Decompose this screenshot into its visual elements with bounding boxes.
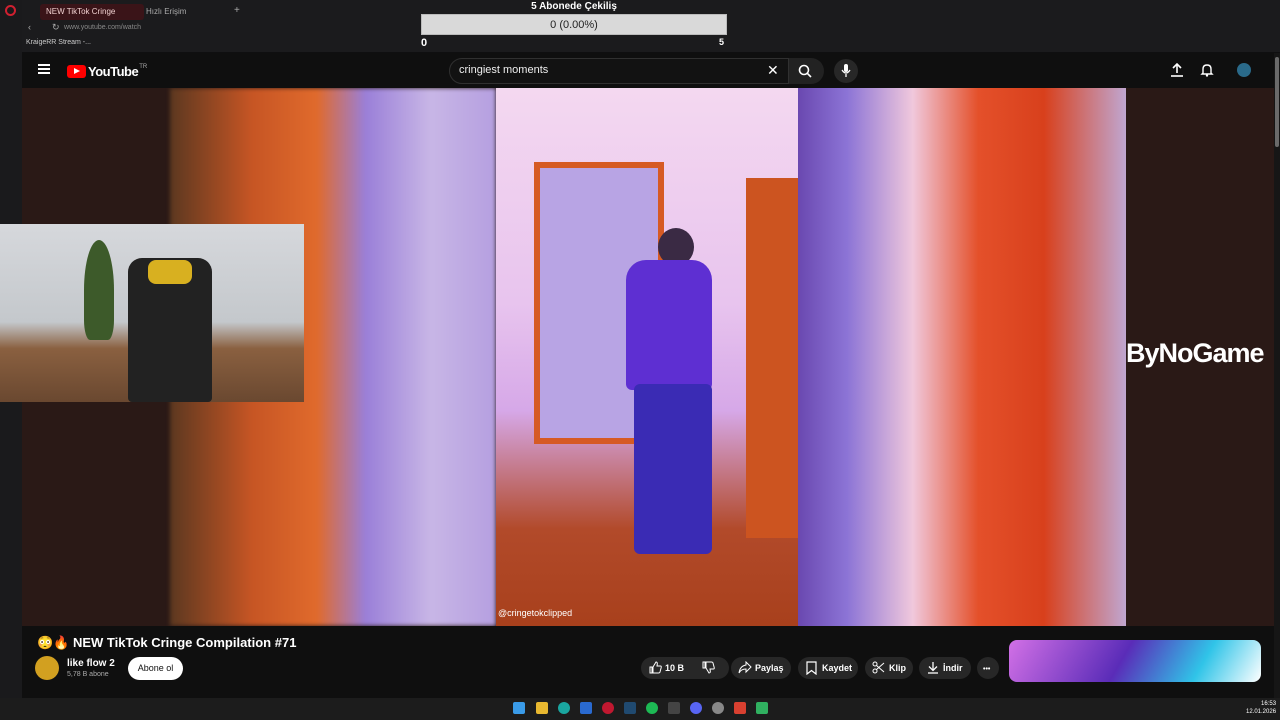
share-button[interactable]: Paylaş xyxy=(731,657,791,679)
search-icon xyxy=(798,64,812,78)
bookmark-label: KraigeRR Stream -... xyxy=(26,39,91,46)
video-blur-right xyxy=(798,88,1126,626)
video-title: 😳🔥 NEW TikTok Cringe Compilation #71 xyxy=(37,635,297,650)
more-actions-button[interactable]: ••• xyxy=(977,657,999,679)
new-tab-icon[interactable]: + xyxy=(234,5,240,16)
avatar[interactable] xyxy=(1237,63,1251,77)
sponsor-logo: ByNoGame xyxy=(1126,338,1265,369)
taskbar xyxy=(0,698,1280,720)
calendar-icon[interactable] xyxy=(734,702,746,714)
youtube-wordmark: YouTube xyxy=(88,64,139,79)
search-query: cringiest moments xyxy=(459,64,549,76)
channel-subscribers: 5,78 B abone xyxy=(67,671,109,678)
webcam-plant xyxy=(84,240,114,340)
thumbs-up-icon xyxy=(649,661,662,674)
tab-quick-access[interactable]: Hızlı Erişim xyxy=(140,4,212,20)
video-watermark: @cringetokclipped xyxy=(498,608,573,618)
save-label: Kaydet xyxy=(822,663,853,673)
tab-label: NEW TikTok Cringe xyxy=(46,7,116,16)
taskbar-clock[interactable]: 16:53 12.01.2026 xyxy=(1246,700,1276,716)
back-icon[interactable]: ‹ xyxy=(28,22,31,32)
start-icon[interactable] xyxy=(513,702,525,714)
clear-search-icon[interactable]: ✕ xyxy=(767,62,779,79)
menu-icon[interactable] xyxy=(38,64,50,74)
youtube-region: TR xyxy=(139,64,148,70)
subscribe-button[interactable]: Abone ol xyxy=(128,657,183,680)
download-label: İndir xyxy=(943,663,963,673)
scrollbar[interactable] xyxy=(1274,53,1280,698)
channel-avatar[interactable] xyxy=(35,656,59,680)
clip-label: Klip xyxy=(889,663,906,673)
video-door-frame xyxy=(746,178,798,538)
mic-icon xyxy=(841,64,851,77)
more-icon: ••• xyxy=(983,666,991,673)
scissors-icon xyxy=(872,661,885,674)
bookmark-icon xyxy=(806,661,817,675)
download-icon xyxy=(928,662,938,674)
thumbs-down-icon xyxy=(702,661,715,674)
discord-icon[interactable] xyxy=(690,702,702,714)
notifications-icon[interactable] xyxy=(1200,63,1214,77)
clock-time: 16:53 xyxy=(1261,701,1277,707)
edge-icon[interactable] xyxy=(558,702,570,714)
app-icon[interactable] xyxy=(756,702,768,714)
giveaway-progress-text: 0 (0.00%) xyxy=(550,19,598,31)
opera-icon[interactable] xyxy=(602,702,614,714)
share-label: Paylaş xyxy=(755,663,784,673)
bookmark-item[interactable]: KraigeRR Stream -... xyxy=(26,39,91,46)
youtube-play-icon xyxy=(67,65,86,78)
voice-search-button[interactable] xyxy=(834,59,858,83)
opera-logo-icon[interactable] xyxy=(5,5,16,16)
like-count: 10 B xyxy=(665,663,685,673)
reload-icon[interactable]: ↻ xyxy=(52,22,60,33)
tab-label: Hızlı Erişim xyxy=(146,7,187,16)
giveaway-max: 5 xyxy=(719,37,725,47)
share-icon xyxy=(738,661,752,674)
webcam-chair-headrest xyxy=(148,260,192,284)
video-person-shirt xyxy=(626,260,712,390)
store-icon[interactable] xyxy=(580,702,592,714)
giveaway-title: 5 Abonede Çekiliş xyxy=(531,1,617,12)
video-person-legs xyxy=(634,384,712,554)
channel-name[interactable]: like flow 2 xyxy=(67,658,115,669)
file-explorer-icon[interactable] xyxy=(536,702,548,714)
ad-card[interactable] xyxy=(1009,640,1261,682)
sponsor-text: ByNoGame xyxy=(1126,338,1265,368)
tab-active[interactable]: NEW TikTok Cringe xyxy=(40,4,144,20)
upload-icon[interactable] xyxy=(1170,63,1184,77)
terminal-icon[interactable] xyxy=(668,702,680,714)
giveaway-min: 0 xyxy=(421,37,428,49)
spotify-icon[interactable] xyxy=(646,702,658,714)
address-text: www.youtube.com/watch xyxy=(64,24,142,31)
save-button[interactable]: Kaydet xyxy=(798,657,858,679)
chrome-icon[interactable] xyxy=(712,702,724,714)
download-button[interactable]: İndir xyxy=(919,657,971,679)
clip-button[interactable]: Klip xyxy=(865,657,913,679)
clock-date: 12.01.2026 xyxy=(1246,709,1277,715)
giveaway-progress-bar: 0 (0.00%) xyxy=(421,14,727,35)
dislike-button[interactable] xyxy=(697,657,721,679)
address-bar[interactable]: www.youtube.com/watch xyxy=(64,22,394,34)
search-button[interactable] xyxy=(789,58,824,84)
steam-icon[interactable] xyxy=(624,702,636,714)
youtube-logo[interactable]: YouTube TR xyxy=(67,64,147,79)
